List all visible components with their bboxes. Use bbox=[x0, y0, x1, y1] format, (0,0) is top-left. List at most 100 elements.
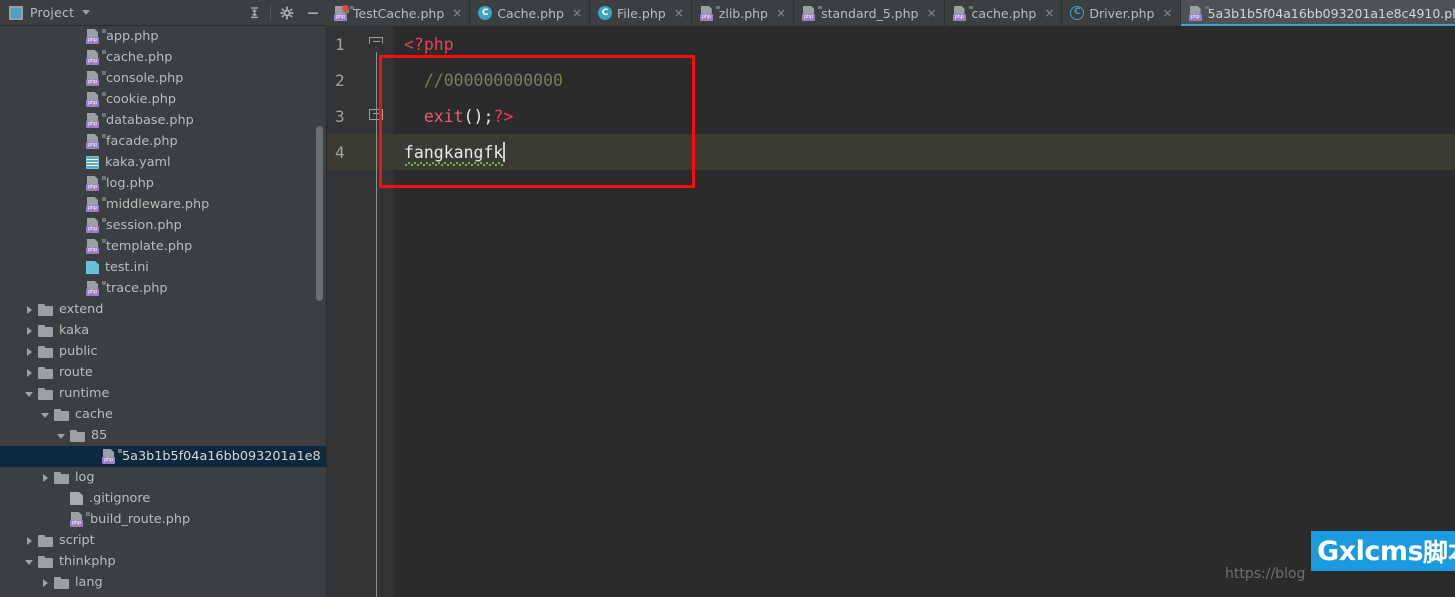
tree-row[interactable]: log bbox=[0, 467, 326, 488]
tree-row-label: lang bbox=[75, 575, 103, 590]
code-line-current: fangkangfk bbox=[394, 134, 1455, 170]
tree-row[interactable]: php console.php bbox=[0, 68, 326, 89]
text-cursor bbox=[503, 142, 505, 162]
tree-row-label: test.ini bbox=[105, 260, 149, 275]
php-file-icon: php bbox=[70, 512, 90, 527]
top-strip: Project php TestCache.php × C Cache.php … bbox=[0, 0, 1455, 26]
tree-row[interactable]: runtime bbox=[0, 383, 326, 404]
editor-tab-bar: php TestCache.php × C Cache.php × C File… bbox=[326, 0, 1455, 26]
code-line: exit(); ?> bbox=[394, 98, 1455, 134]
chevron-right-icon[interactable] bbox=[24, 346, 36, 358]
code-editor[interactable]: 1 2 3 4 <?php //000000000000 exit () ; ?… bbox=[326, 26, 1455, 597]
tree-row[interactable]: php cookie.php bbox=[0, 89, 326, 110]
tree-row[interactable]: php app.php bbox=[0, 26, 326, 47]
tree-row[interactable]: php database.php bbox=[0, 110, 326, 131]
tree-arrow-spacer bbox=[72, 220, 84, 232]
chevron-down-icon[interactable] bbox=[40, 409, 52, 421]
chevron-down-icon[interactable] bbox=[24, 388, 36, 400]
editor-tab[interactable]: C Driver.php × bbox=[1062, 0, 1181, 26]
editor-tab[interactable]: php standard_5.php × bbox=[794, 0, 945, 26]
close-icon[interactable]: × bbox=[572, 7, 582, 19]
close-icon[interactable]: × bbox=[776, 7, 786, 19]
editor-tab[interactable]: C Cache.php × bbox=[470, 0, 591, 26]
tree-row[interactable]: php middleware.php bbox=[0, 194, 326, 215]
editor-tab[interactable]: php cache.php × bbox=[944, 0, 1063, 26]
code-token: exit bbox=[423, 106, 464, 126]
tree-row-label: kaka bbox=[59, 323, 90, 338]
chevron-down-icon[interactable] bbox=[56, 430, 68, 442]
tree-row[interactable]: 85 bbox=[0, 425, 326, 446]
folder-icon bbox=[54, 408, 69, 421]
tree-row[interactable]: kaka bbox=[0, 320, 326, 341]
chevron-right-icon[interactable] bbox=[40, 577, 52, 589]
tree-row-label: session.php bbox=[106, 218, 182, 233]
tree-row[interactable]: php build_route.php bbox=[0, 509, 326, 530]
tree-row[interactable]: test.ini bbox=[0, 257, 326, 278]
php-class-icon: C bbox=[598, 6, 613, 20]
tree-row[interactable]: php trace.php bbox=[0, 278, 326, 299]
chevron-right-icon[interactable] bbox=[24, 367, 36, 379]
folder-icon bbox=[38, 534, 53, 547]
gutter-line: 2 bbox=[327, 62, 394, 98]
editor-gutter[interactable]: 1 2 3 4 bbox=[327, 26, 394, 597]
tree-row-label: trace.php bbox=[106, 281, 168, 296]
tree-arrow-spacer bbox=[72, 73, 84, 85]
gear-icon[interactable] bbox=[274, 0, 300, 26]
code-text-area[interactable]: <?php //000000000000 exit(); ?> fangkangf… bbox=[394, 26, 1455, 597]
editor-tab[interactable]: php zlib.php × bbox=[691, 0, 795, 26]
php-file-icon: php bbox=[86, 197, 106, 212]
tree-row[interactable]: php session.php bbox=[0, 215, 326, 236]
watermark-badge-en: Gxlcms bbox=[1317, 535, 1424, 567]
editor-tab-active[interactable]: php 5a3b1b5f04a16bb093201a1e8c4910.php × bbox=[1180, 0, 1455, 26]
tree-row[interactable]: .gitignore bbox=[0, 488, 326, 509]
tree-row[interactable]: route bbox=[0, 362, 326, 383]
chevron-right-icon[interactable] bbox=[24, 535, 36, 547]
tab-label: Cache.php bbox=[497, 5, 564, 21]
tree-row-label: cache bbox=[75, 407, 113, 422]
editor-tab[interactable]: php TestCache.php × bbox=[326, 0, 471, 26]
chevron-right-icon[interactable] bbox=[40, 472, 52, 484]
chevron-down-icon[interactable] bbox=[82, 10, 91, 15]
minimize-icon[interactable] bbox=[300, 0, 326, 26]
tree-row[interactable]: kaka.yaml bbox=[0, 152, 326, 173]
chevron-right-icon[interactable] bbox=[24, 304, 36, 316]
close-icon[interactable]: × bbox=[674, 7, 684, 19]
close-icon[interactable]: × bbox=[452, 7, 462, 19]
tree-scrollbar[interactable] bbox=[316, 126, 323, 301]
close-icon[interactable]: × bbox=[926, 7, 936, 19]
tree-row[interactable]: extend bbox=[0, 299, 326, 320]
tree-row-label: log bbox=[75, 470, 95, 485]
tree-row-label: middleware.php bbox=[106, 197, 210, 212]
editor-tab[interactable]: C File.php × bbox=[590, 0, 692, 26]
gutter-line-current: 4 bbox=[327, 134, 394, 170]
project-window-icon bbox=[9, 5, 23, 20]
folder-icon bbox=[54, 576, 69, 589]
ini-file-icon bbox=[86, 261, 99, 274]
tree-row[interactable]: script bbox=[0, 530, 326, 551]
tree-row[interactable]: php log.php bbox=[0, 173, 326, 194]
close-icon[interactable]: × bbox=[1044, 7, 1054, 19]
php-file-icon: php bbox=[86, 50, 106, 65]
tree-row-label: app.php bbox=[106, 29, 159, 44]
line-number: 1 bbox=[335, 34, 345, 54]
project-tree[interactable]: php app.php php cache.php php console.php php c… bbox=[0, 26, 326, 597]
tree-row[interactable]: thinkphp bbox=[0, 551, 326, 572]
tree-row[interactable]: php facade.php bbox=[0, 131, 326, 152]
chevron-down-icon[interactable] bbox=[24, 556, 36, 568]
tree-row-selected[interactable]: php5a3b1b5f04a16bb093201a1e8c4910. bbox=[0, 446, 326, 467]
folder-icon bbox=[70, 429, 85, 442]
tree-row[interactable]: lang bbox=[0, 572, 326, 593]
tree-row[interactable]: php template.php bbox=[0, 236, 326, 257]
tree-row-label: database.php bbox=[106, 113, 194, 128]
tree-row[interactable]: public bbox=[0, 341, 326, 362]
tree-row[interactable]: cache bbox=[0, 404, 326, 425]
close-icon[interactable]: × bbox=[1163, 7, 1173, 19]
php-file-icon: php bbox=[86, 176, 106, 191]
collapse-all-icon[interactable] bbox=[241, 0, 267, 26]
php-file-icon: php bbox=[1188, 5, 1209, 21]
fold-marker-icon[interactable] bbox=[369, 36, 384, 52]
chevron-right-icon[interactable] bbox=[24, 325, 36, 337]
tree-row[interactable]: php cache.php bbox=[0, 47, 326, 68]
tree-arrow-spacer bbox=[88, 451, 100, 463]
